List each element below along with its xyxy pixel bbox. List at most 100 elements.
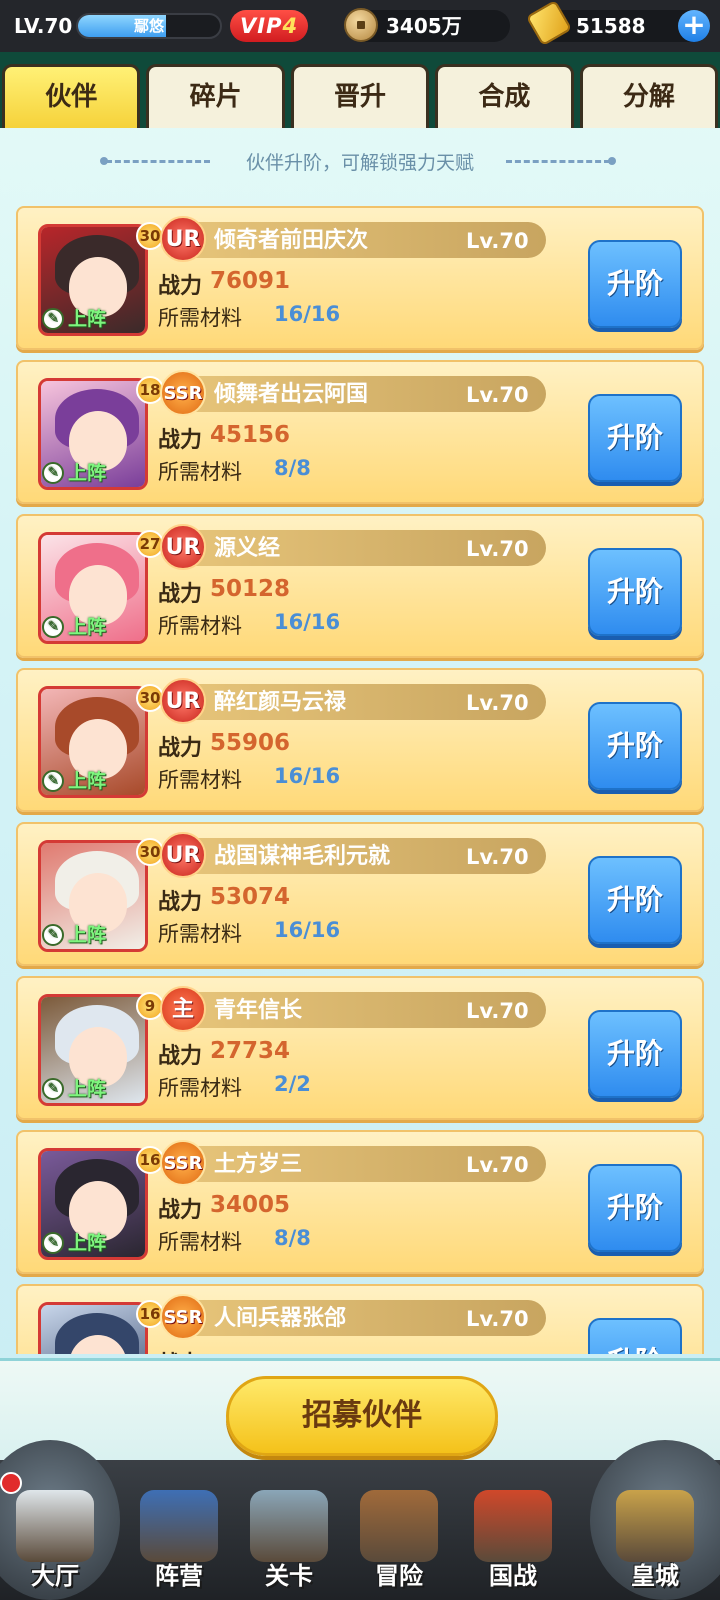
nav-label: 冒险 (375, 1562, 423, 1590)
gold-value: 51588 (576, 14, 646, 38)
rarity-badge: 主 (160, 986, 206, 1032)
partner-card[interactable]: 30 ✎ 上阵 UR 战国谋神毛利元就 Lv.70 战力 53074 所需材料 1… (16, 822, 704, 966)
sword-icon: ✎ (42, 462, 64, 484)
partner-name: 青年信长 (214, 998, 303, 1023)
partner-card[interactable]: 30 ✎ 上阵 UR 倾奇者前田庆次 Lv.70 战力 76091 所需材料 16… (16, 206, 704, 350)
upgrade-button[interactable]: 升阶 (588, 702, 682, 790)
materials-value: 2/2 (274, 1072, 311, 1096)
gold-ingot-icon (525, 0, 573, 47)
player-level: LV.70 (14, 14, 73, 38)
deployed-label: 上阵 (68, 308, 107, 330)
tab-2[interactable]: 晋升 (290, 64, 430, 128)
materials-value: 8/8 (274, 456, 311, 480)
materials-label: 所需材料 (158, 1076, 242, 1100)
add-gold-button[interactable]: + (678, 10, 710, 42)
tab-0[interactable]: 伙伴 (2, 64, 141, 128)
power-label: 战力 (158, 274, 203, 299)
power-label: 战力 (158, 428, 203, 453)
deployed-label: 上阵 (68, 616, 107, 638)
nav-camp[interactable]: 阵营 (124, 1480, 234, 1600)
rarity-badge: SSR (160, 370, 206, 416)
deployed-tag: ✎ 上阵 (40, 1074, 112, 1104)
upgrade-button[interactable]: 升阶 (588, 1010, 682, 1098)
nav-national-war[interactable]: 国战 (458, 1480, 568, 1600)
deployed-label: 上阵 (68, 924, 107, 946)
upgrade-button[interactable]: 升阶 (588, 1164, 682, 1252)
vip-badge[interactable]: VIP4 (230, 10, 309, 42)
hall-icon (16, 1490, 94, 1562)
deployed-tag: ✎ 上阵 (40, 304, 112, 334)
sword-icon: ✎ (42, 308, 64, 330)
national-war-icon (474, 1490, 552, 1562)
partner-level: Lv.70 (466, 537, 529, 561)
sword-icon: ✎ (42, 924, 64, 946)
partner-level: Lv.70 (466, 383, 529, 407)
power-label: 战力 (158, 1198, 203, 1223)
partner-level: Lv.70 (466, 999, 529, 1023)
tab-bar: 伙伴 碎片 晋升 合成 分解 (0, 52, 720, 128)
partner-card[interactable]: 9 ✎ 上阵 主 青年信长 Lv.70 战力 27734 所需材料 2/2 升阶 (16, 976, 704, 1120)
materials-label: 所需材料 (158, 460, 242, 484)
upgrade-button[interactable]: 升阶 (588, 548, 682, 636)
partner-portrait[interactable] (38, 1302, 148, 1354)
power-value: 53074 (210, 884, 291, 910)
power-label: 战力 (158, 736, 203, 761)
materials-label: 所需材料 (158, 768, 242, 792)
nav-imperial-city[interactable]: 皇城 (590, 1480, 720, 1600)
power-value: 27734 (210, 1038, 291, 1064)
nav-label: 大厅 (31, 1562, 79, 1590)
hint-dash-left (106, 160, 210, 163)
partner-card[interactable]: 27 ✎ 上阵 UR 源义经 Lv.70 战力 50128 所需材料 16/16 … (16, 514, 704, 658)
partner-name: 醉红颜马云禄 (214, 690, 347, 715)
tab-4[interactable]: 分解 (579, 64, 719, 128)
materials-value: 16/16 (274, 610, 341, 634)
sword-icon: ✎ (42, 770, 64, 792)
vip-level: 4 (282, 14, 299, 38)
player-name: 鄢悠 (133, 17, 164, 35)
nav-label: 关卡 (265, 1562, 313, 1590)
tab-3[interactable]: 合成 (435, 64, 574, 128)
nav-label: 阵营 (155, 1562, 203, 1590)
rarity-badge: UR (160, 524, 206, 570)
deployed-tag: ✎ 上阵 (40, 458, 112, 488)
nav-label: 皇城 (631, 1562, 679, 1590)
power-label: 战力 (158, 1044, 203, 1069)
upgrade-button[interactable]: 升阶 (588, 394, 682, 482)
rarity-badge: UR (160, 678, 206, 724)
recruit-partner-button[interactable]: 招募伙伴 (226, 1376, 498, 1456)
materials-value: 16/16 (274, 764, 341, 788)
nav-stage[interactable]: 关卡 (234, 1480, 344, 1600)
materials-label: 所需材料 (158, 922, 242, 946)
coin-counter: 3405万 (344, 8, 510, 42)
imperial-city-icon (616, 1490, 694, 1562)
rarity-badge: UR (160, 216, 206, 262)
partner-name: 土方岁三 (214, 1152, 303, 1177)
partner-card[interactable]: 18 ✎ 上阵 SSR 倾舞者出云阿国 Lv.70 战力 45156 所需材料 8… (16, 360, 704, 504)
partner-card[interactable]: 16 ✎ 上阵 SSR 土方岁三 Lv.70 战力 34005 所需材料 8/8 … (16, 1130, 704, 1274)
materials-label: 所需材料 (158, 306, 242, 330)
nav-adventure[interactable]: 冒险 (344, 1480, 454, 1600)
partner-name: 倾奇者前田庆次 (214, 228, 369, 253)
adventure-icon (360, 1490, 438, 1562)
partner-name: 源义经 (214, 536, 281, 561)
hint-dot-right (608, 157, 616, 165)
partner-card[interactable]: 16 ✎上阵 SSR 人间兵器张郃 Lv.70 战力 所需材料 升阶 (16, 1284, 704, 1354)
tab-1[interactable]: 碎片 (146, 64, 285, 128)
upgrade-button[interactable]: 升阶 (588, 240, 682, 328)
coin-icon (344, 8, 378, 42)
partner-list[interactable]: 30 ✎ 上阵 UR 倾奇者前田庆次 Lv.70 战力 76091 所需材料 16… (16, 206, 704, 1354)
partner-level: Lv.70 (466, 229, 529, 253)
power-label: 战力 (158, 582, 203, 607)
upgrade-button[interactable]: 升阶 (588, 1318, 682, 1354)
hint-text: 伙伴升阶，可解锁强力天赋 (245, 152, 474, 174)
partner-card[interactable]: 30 ✎ 上阵 UR 醉红颜马云禄 Lv.70 战力 55906 所需材料 16/… (16, 668, 704, 812)
nav-hall[interactable]: 大厅 (0, 1480, 110, 1600)
rarity-badge: SSR (160, 1140, 206, 1186)
partner-level: Lv.70 (466, 845, 529, 869)
power-value: 34005 (210, 1192, 291, 1218)
sword-icon: ✎ (42, 1232, 64, 1254)
rarity-badge: SSR (160, 1294, 206, 1340)
power-label: 战力 (158, 1346, 202, 1354)
upgrade-button[interactable]: 升阶 (588, 856, 682, 944)
deployed-label: 上阵 (68, 462, 107, 484)
